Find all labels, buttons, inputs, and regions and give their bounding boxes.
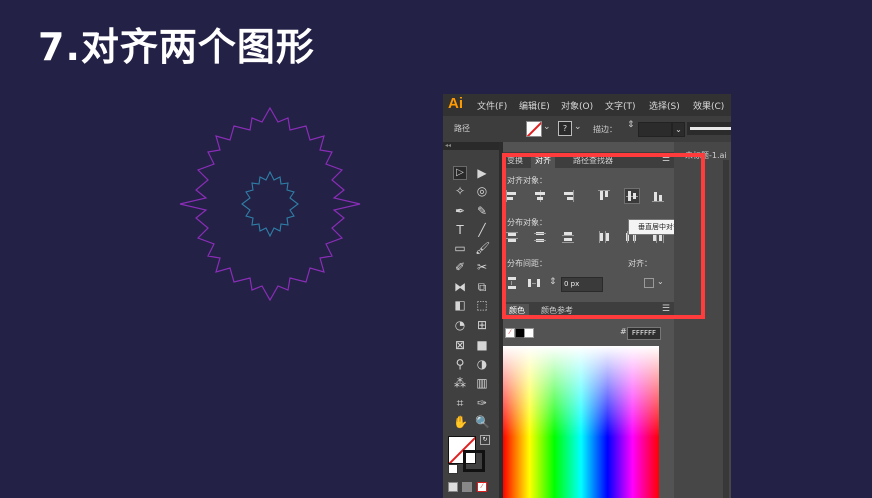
menu-object[interactable]: 对象(O) [561, 99, 593, 112]
curvature-tool-icon[interactable]: ✎ [475, 204, 489, 218]
hex-label: # [620, 327, 627, 336]
hand-tool-icon[interactable]: ✋ [453, 415, 468, 429]
scissors-tool-icon[interactable]: ✂ [475, 260, 489, 274]
color-panel: 颜色 颜色参考 ☰ ⁄ # FFFFFF [503, 302, 674, 498]
reflect-tool-icon[interactable]: ⧓ [453, 280, 467, 294]
outer-snowflake-shape[interactable] [179, 106, 361, 302]
column-graph-tool-icon[interactable]: ▥ [475, 376, 489, 390]
shaper-tool-icon[interactable]: ✐ [453, 260, 467, 274]
stroke-swatch[interactable] [463, 450, 485, 472]
line-tool-icon[interactable]: ╱ [475, 223, 489, 237]
hex-input[interactable]: FFFFFF [627, 327, 661, 340]
stroke-weight-input[interactable] [638, 122, 672, 137]
pen-tool-icon[interactable]: ✒ [453, 204, 467, 218]
page-title: 7.对齐两个图形 [38, 25, 315, 69]
slice-tool-icon[interactable]: ✑ [475, 396, 489, 410]
rectangle-tool-icon[interactable]: ▭ [453, 241, 467, 255]
blend-tool-icon[interactable]: ◑ [475, 357, 489, 371]
white-color-icon[interactable] [524, 328, 534, 338]
none-color-icon[interactable]: ⁄ [505, 328, 515, 338]
eyedropper-tool-icon[interactable]: ⚲ [453, 357, 467, 371]
gradient-tool-icon[interactable]: ■ [475, 338, 489, 352]
collapse-icon[interactable]: ◂◂ [443, 142, 499, 150]
direct-selection-tool-icon[interactable]: ▶ [475, 166, 489, 180]
paintbrush-tool-icon[interactable]: 🖌 [475, 241, 490, 255]
menu-bar: Ai 文件(F) 编辑(E) 对象(O) 文字(T) 选择(S) 效果(C) [443, 94, 731, 116]
artboard-tool-icon[interactable]: ⌗ [453, 396, 467, 410]
menu-select[interactable]: 选择(S) [649, 99, 680, 112]
color-spectrum[interactable] [503, 346, 659, 498]
shape-builder-tool-icon[interactable]: ◔ [453, 318, 467, 332]
snowflake-shapes [179, 106, 361, 302]
tools-panel: ◂◂ ▷ ▶ ✧ ◎ ✒ ✎ T ╱ ▭ 🖌 ✐ ✂ ⧓ ⧉ ◧ ⬚ ◔ ⊞ ⊠… [443, 142, 499, 498]
none-mode-icon[interactable]: ⁄ [477, 482, 487, 492]
inner-snowflake-shape[interactable] [241, 170, 299, 238]
fill-color-swatch[interactable] [526, 121, 542, 137]
type-tool-icon[interactable]: T [453, 223, 467, 237]
symbol-sprayer-tool-icon[interactable]: ⁂ [453, 376, 467, 390]
menu-file[interactable]: 文件(F) [477, 99, 507, 112]
swap-colors-icon[interactable]: ↻ [480, 435, 490, 445]
magic-wand-tool-icon[interactable]: ✧ [453, 184, 467, 198]
perspective-grid-tool-icon[interactable]: ⊞ [475, 318, 489, 332]
chevron-down-icon[interactable]: ⌄ [543, 122, 551, 132]
selection-type-label: 路径 [454, 124, 470, 133]
scale-tool-icon[interactable]: ⧉ [475, 280, 489, 294]
stroke-weight-dropdown[interactable]: ⌄ [672, 122, 685, 137]
highlight-frame [502, 153, 705, 319]
mesh-tool-icon[interactable]: ⊠ [453, 338, 467, 352]
stroke-weight-label: 描边： [593, 125, 617, 134]
default-colors-icon[interactable] [448, 464, 458, 474]
color-mode-icon[interactable] [448, 482, 458, 492]
gradient-mode-icon[interactable] [462, 482, 472, 492]
width-tool-icon[interactable]: ◧ [453, 298, 467, 312]
app-logo: Ai [448, 95, 463, 112]
selection-tool-icon[interactable]: ▷ [453, 166, 467, 180]
document-scrollbar[interactable] [723, 160, 729, 498]
menu-type[interactable]: 文字(T) [605, 99, 636, 112]
stepper-icon[interactable]: ⇕ [627, 120, 635, 130]
stroke-color-swatch[interactable]: ? [558, 121, 572, 136]
lasso-tool-icon[interactable]: ◎ [475, 184, 489, 198]
menu-edit[interactable]: 编辑(E) [519, 99, 550, 112]
stroke-profile-preview[interactable] [687, 122, 731, 135]
menu-effect[interactable]: 效果(C) [693, 99, 724, 112]
zoom-tool-icon[interactable]: 🔍 [475, 415, 490, 429]
free-transform-tool-icon[interactable]: ⬚ [475, 298, 489, 312]
chevron-down-icon[interactable]: ⌄ [574, 122, 582, 132]
control-bar: 路径 ⌄ ? ⌄ 描边： ⇕ ⌄ [443, 116, 731, 142]
artwork-canvas [160, 100, 380, 314]
